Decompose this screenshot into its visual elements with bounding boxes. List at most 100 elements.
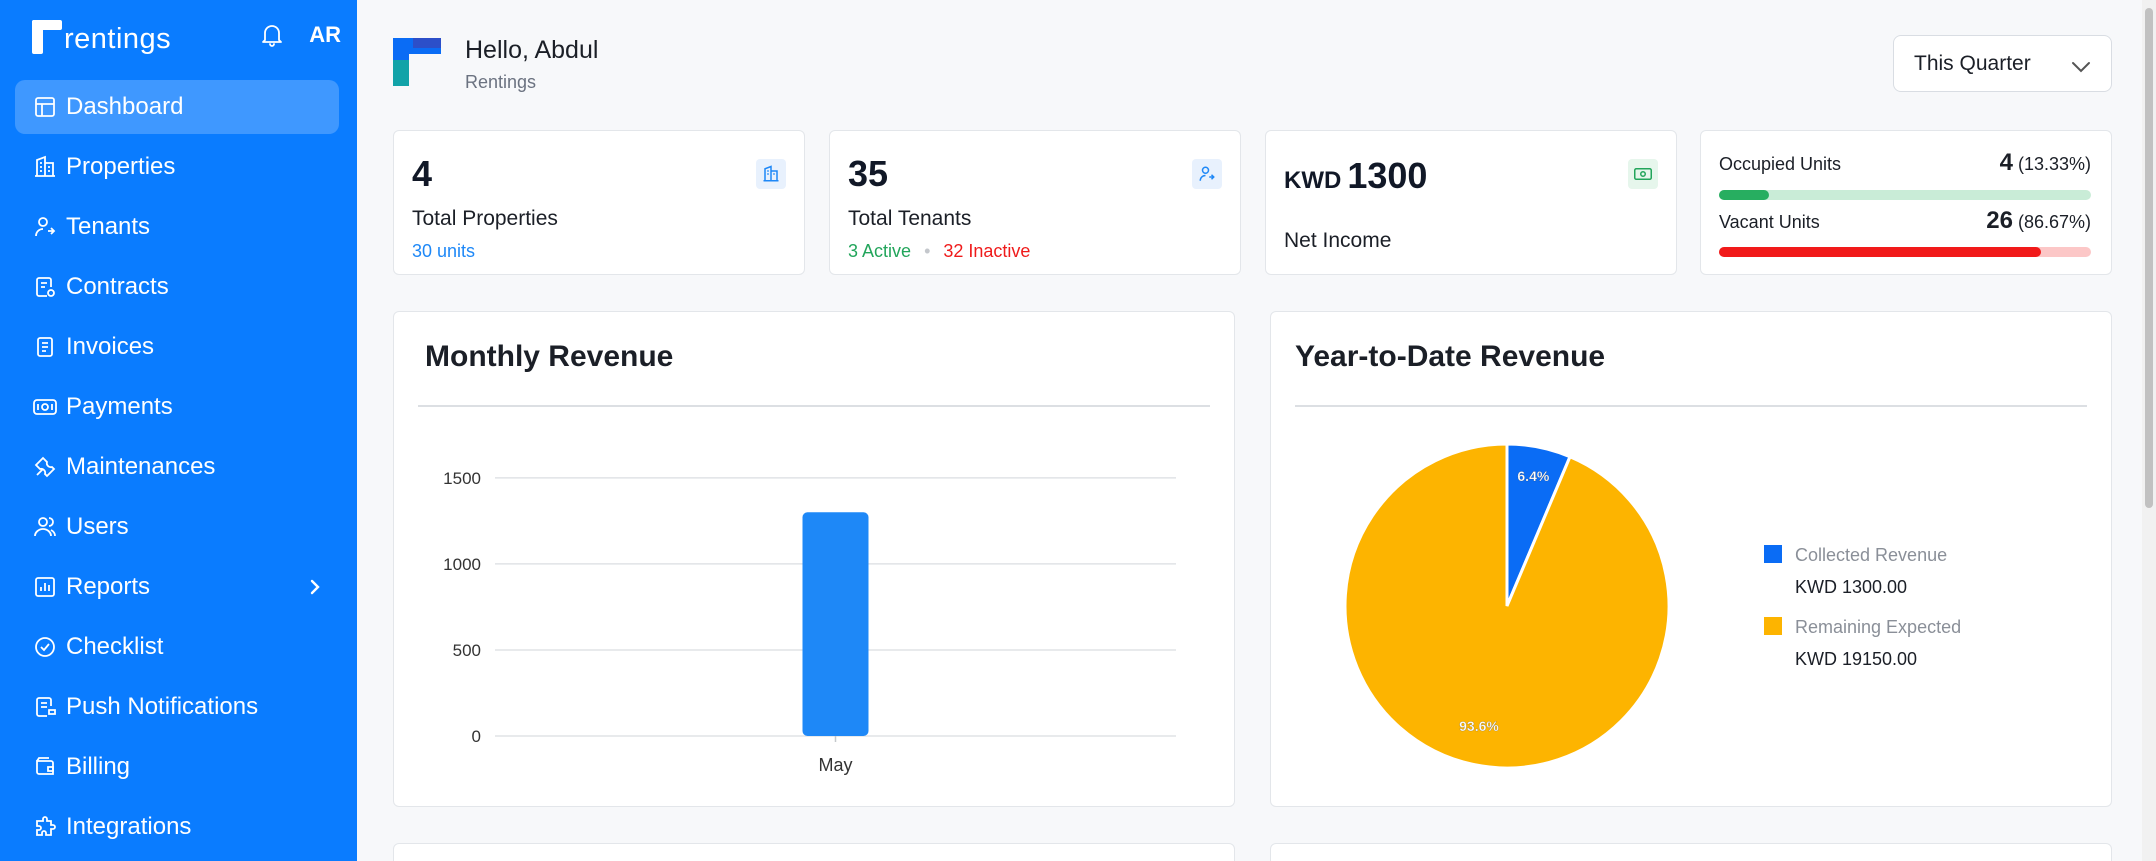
bottom-card-left — [393, 843, 1235, 861]
tenant-icon — [31, 213, 59, 241]
sidebar-item-push-notifications[interactable]: Push Notifications — [15, 680, 339, 734]
ytd-revenue-chart: 6.4% 93.6% — [1343, 442, 1671, 770]
rentings-logo-icon — [32, 20, 62, 54]
x-tick-label: May — [818, 755, 852, 775]
status-separator: • — [924, 241, 931, 261]
active-tenants: 3 Active — [848, 241, 912, 261]
sidebar-item-contracts[interactable]: Contracts — [15, 260, 339, 314]
y-tick-label: 500 — [453, 641, 481, 660]
users-icon — [31, 513, 59, 541]
occupied-units-value: 4 (13.33%) — [2000, 149, 2091, 177]
sidebar-item-maintenances[interactable]: Maintenances — [15, 440, 339, 494]
sidebar-item-label: Invoices — [66, 333, 155, 360]
org-logo-icon — [393, 38, 441, 86]
occupied-units-count: 4 — [1999, 149, 2013, 176]
scrollbar-thumb[interactable] — [2145, 8, 2153, 508]
brand-name: rentings — [64, 23, 172, 55]
sidebar-item-properties[interactable]: Properties — [15, 140, 339, 194]
legend-value: KWD 19150.00 — [1795, 649, 1918, 669]
sidebar-item-label: Dashboard — [66, 93, 184, 120]
properties-card[interactable]: 4 Total Properties 30 units — [393, 130, 805, 275]
total-properties-value: 4 — [412, 153, 433, 194]
pie-label: 6.4% — [1517, 468, 1549, 484]
sidebar-item-reports[interactable]: Reports — [15, 560, 339, 614]
sidebar-item-label: Checklist — [66, 633, 164, 660]
net-income-label: Net Income — [1284, 229, 1392, 252]
puzzle-icon — [31, 813, 59, 841]
occupied-progress-fill — [1719, 190, 1769, 200]
vacant-units-percent: (86.67%) — [2017, 212, 2091, 232]
greeting: Hello, Abdul — [465, 36, 599, 64]
sidebar-item-label: Billing — [66, 753, 131, 780]
tenant-status: 3 Active • 32 Inactive — [848, 241, 1030, 262]
total-tenants-label: Total Tenants — [848, 207, 972, 230]
net-income-amount: 1300 — [1347, 155, 1428, 196]
units-count: 30 units — [412, 241, 476, 261]
sidebar-nav: Dashboard Properties Tenants Contracts I… — [15, 80, 339, 860]
building-icon — [31, 153, 59, 181]
sidebar-item-label: Reports — [66, 573, 151, 600]
vacant-progress-bar — [1719, 247, 2091, 257]
sidebar-item-users[interactable]: Users — [15, 500, 339, 554]
brand-logo[interactable]: rentings — [32, 20, 171, 54]
ytd-revenue-card: Year-to-Date Revenue 6.4% 93.6% Collected… — [1270, 311, 2112, 807]
vacant-units-count: 26 — [1986, 207, 2013, 234]
chevron-down-icon — [2071, 56, 2091, 80]
sidebar-item-billing[interactable]: Billing — [15, 740, 339, 794]
sidebar-item-label: Maintenances — [66, 453, 216, 480]
pie-label: 93.6% — [1459, 718, 1499, 734]
sidebar-item-label: Contracts — [66, 273, 169, 300]
legend-label: Collected Revenue — [1795, 545, 1948, 565]
payments-icon — [31, 393, 59, 421]
tenants-card[interactable]: 35 Total Tenants 3 Active • 32 Inactive — [829, 130, 1241, 275]
y-tick-label: 1500 — [443, 469, 481, 488]
notification-icon — [31, 693, 59, 721]
sidebar-item-label: Properties — [66, 153, 176, 180]
sidebar-item-dashboard[interactable]: Dashboard — [15, 80, 339, 134]
y-tick-label: 1000 — [443, 555, 481, 574]
tools-icon — [31, 453, 59, 481]
user-avatar[interactable]: AR — [309, 22, 341, 48]
legend-value: KWD 1300.00 — [1795, 577, 1908, 597]
vacant-progress-fill — [1719, 247, 2042, 257]
bar-may — [802, 512, 869, 736]
sidebar-item-invoices[interactable]: Invoices — [15, 320, 339, 374]
period-select[interactable]: This Quarter — [1893, 35, 2112, 92]
checklist-icon — [31, 633, 59, 661]
sidebar-item-label: Payments — [66, 393, 173, 420]
sidebar-item-label: Integrations — [66, 813, 192, 840]
y-tick-label: 0 — [472, 727, 481, 746]
bell-icon[interactable] — [261, 23, 283, 47]
sidebar-item-payments[interactable]: Payments — [15, 380, 339, 434]
pie-slice-1 — [1343, 442, 1671, 770]
legend-swatch — [1764, 545, 1782, 563]
vacant-units-value: 26 (86.67%) — [1986, 207, 2091, 235]
wallet-icon — [31, 753, 59, 781]
reports-icon — [31, 573, 59, 601]
monthly-revenue-chart: 0 500 1000 1500 May — [443, 469, 1176, 775]
chevron-right-icon — [309, 578, 321, 596]
sidebar-item-label: Users — [66, 513, 129, 540]
dashboard-icon — [31, 93, 59, 121]
legend-swatch — [1764, 617, 1782, 635]
currency-label: KWD — [1284, 167, 1342, 194]
sidebar-item-label: Tenants — [66, 213, 151, 240]
sidebar: rentings AR Dashboard Properties Tenants… — [0, 0, 357, 861]
period-select-value: This Quarter — [1914, 51, 2031, 75]
building-icon — [756, 159, 786, 189]
sidebar-item-integrations[interactable]: Integrations — [15, 800, 339, 854]
tenant-icon — [1192, 159, 1222, 189]
occupancy-card[interactable]: Occupied Units 4 (13.33%) Vacant Units 2… — [1700, 130, 2112, 275]
occupied-units-percent: (13.33%) — [2017, 154, 2091, 174]
net-income-value: KWD 1300 — [1284, 155, 1427, 197]
sidebar-item-tenants[interactable]: Tenants — [15, 200, 339, 254]
invoice-icon — [31, 333, 59, 361]
vacant-units-label: Vacant Units — [1719, 212, 1820, 232]
cash-icon — [1628, 159, 1658, 189]
income-card[interactable]: KWD 1300 Net Income — [1265, 130, 1677, 275]
total-properties-label: Total Properties — [412, 207, 558, 230]
page-scrollbar[interactable] — [2142, 0, 2156, 861]
sidebar-item-checklist[interactable]: Checklist — [15, 620, 339, 674]
occupied-units-label: Occupied Units — [1719, 154, 1842, 174]
sidebar-item-label: Push Notifications — [66, 693, 259, 720]
